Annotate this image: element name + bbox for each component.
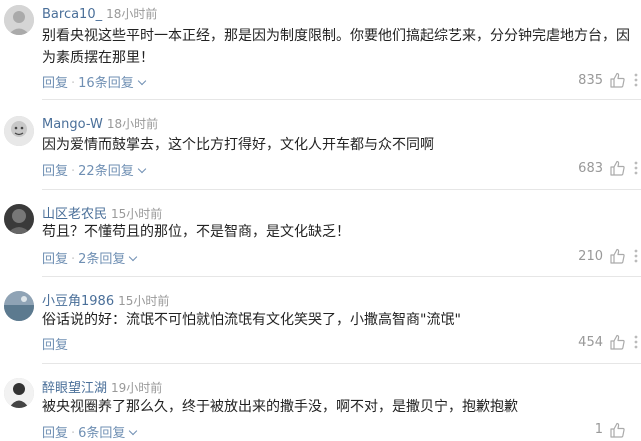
- comment-actions: 回复: [42, 334, 68, 353]
- replies-count: 2条回复: [78, 252, 126, 267]
- comment-text: 别看央视这些平时一本正经，那是因为制度限制。你要他们搞起综艺来，分分钟完虐地方台…: [42, 28, 630, 66]
- reply-button[interactable]: 回复: [42, 426, 68, 441]
- comment-item: 醉眼望江湖 19小时前 被央视圈养了那么久，终于被放出来的撒手没，啊不对，是撒贝宁…: [0, 372, 641, 441]
- comment-item: 山区老农民 15小时前 苟且？不懂苟且的那位，不是智商，是文化缺乏！ 回复 · 2条回…: [0, 198, 641, 278]
- thumbs-up-icon[interactable]: [609, 72, 625, 88]
- avatar[interactable]: [4, 204, 34, 234]
- comment-time: 18小时前: [106, 7, 158, 21]
- comment-time: 15小时前: [118, 294, 170, 308]
- divider: [42, 99, 641, 100]
- username-text[interactable]: 醉眼望江湖: [42, 381, 107, 396]
- comment-text: 俗话说的好：流氓不可怕就怕流氓有文化笑哭了，小撒高智商"流氓": [42, 312, 461, 328]
- replies-count: 22条回复: [78, 164, 134, 179]
- avatar[interactable]: [4, 116, 34, 146]
- like-count: 454: [578, 335, 603, 350]
- username-text[interactable]: Mango-W: [42, 117, 103, 132]
- comment-item: Barca10_ 18小时前 别看央视这些平时一本正经，那是因为制度限制。你要他们…: [0, 0, 641, 100]
- more-icon[interactable]: [631, 334, 641, 350]
- divider: [42, 276, 641, 277]
- thumbs-up-icon[interactable]: [609, 422, 625, 438]
- view-replies-button[interactable]: 16条回复: [78, 76, 146, 91]
- comment-username[interactable]: 山区老农民 15小时前: [42, 203, 162, 222]
- username-text[interactable]: Barca10_: [42, 7, 102, 22]
- reply-button[interactable]: 回复: [42, 252, 68, 267]
- more-icon[interactable]: [631, 248, 641, 264]
- thumbs-up-icon[interactable]: [609, 160, 625, 176]
- comment-text: 被央视圈养了那么久，终于被放出来的撒手没，啊不对，是撒贝宁，抱歉抱歉: [42, 399, 518, 415]
- thumbs-up-icon[interactable]: [609, 248, 625, 264]
- username-text[interactable]: 山区老农民: [42, 207, 107, 222]
- comment-actions: 回复 · 2条回复: [42, 248, 138, 267]
- like-count: 683: [578, 161, 603, 176]
- chevron-down-icon: [129, 252, 138, 262]
- comment-actions: 回复 · 22条回复: [42, 160, 146, 179]
- view-replies-button[interactable]: 2条回复: [78, 252, 138, 267]
- replies-count: 6条回复: [78, 426, 126, 441]
- chevron-down-icon: [137, 164, 146, 174]
- like-count: 835: [578, 73, 603, 88]
- comment-actions: 回复 · 16条回复: [42, 72, 146, 91]
- reply-button[interactable]: 回复: [42, 76, 68, 91]
- chevron-down-icon: [129, 426, 138, 436]
- comment-username[interactable]: 醉眼望江湖 19小时前: [42, 377, 162, 396]
- divider: [42, 189, 641, 190]
- comment-item: 小豆角1986 15小时前 俗话说的好：流氓不可怕就怕流氓有文化笑哭了，小撒高智商…: [0, 285, 641, 365]
- comment-username[interactable]: 小豆角1986 15小时前: [42, 290, 169, 309]
- comment-text: 苟且？不懂苟且的那位，不是智商，是文化缺乏！: [42, 224, 350, 240]
- username-text[interactable]: 小豆角1986: [42, 294, 114, 309]
- reply-button[interactable]: 回复: [42, 164, 68, 179]
- more-icon[interactable]: [631, 72, 641, 88]
- view-replies-button[interactable]: 22条回复: [78, 164, 146, 179]
- thumbs-up-icon[interactable]: [609, 334, 625, 350]
- comment-item: Mango-W 18小时前 因为爱情而鼓掌去，这个比方打得好，文化人开车都与众不同…: [0, 110, 641, 190]
- comment-username[interactable]: Mango-W 18小时前: [42, 115, 158, 132]
- comment-actions: 回复 · 6条回复: [42, 422, 138, 441]
- comment-time: 18小时前: [106, 117, 159, 131]
- avatar[interactable]: [4, 5, 34, 35]
- divider: [42, 363, 641, 364]
- like-count: 210: [578, 249, 603, 264]
- comment-text: 因为爱情而鼓掌去，这个比方打得好，文化人开车都与众不同啊: [42, 137, 434, 153]
- like-count: 1: [594, 422, 603, 437]
- comment-time: 19小时前: [111, 381, 163, 395]
- more-icon[interactable]: [631, 160, 641, 176]
- comment-time: 15小时前: [111, 207, 163, 221]
- avatar[interactable]: [4, 378, 34, 408]
- replies-count: 16条回复: [78, 76, 134, 91]
- reply-button[interactable]: 回复: [42, 338, 68, 353]
- comment-username[interactable]: Barca10_ 18小时前: [42, 5, 157, 22]
- view-replies-button[interactable]: 6条回复: [78, 426, 138, 441]
- avatar[interactable]: [4, 291, 34, 321]
- chevron-down-icon: [137, 76, 146, 86]
